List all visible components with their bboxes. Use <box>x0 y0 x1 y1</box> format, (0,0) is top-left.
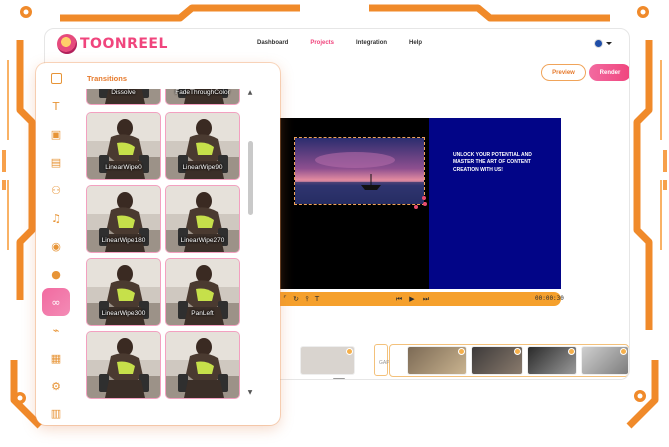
layout-icon[interactable] <box>48 70 64 86</box>
transition-thumb[interactable]: LinearWipe270 <box>165 185 240 253</box>
link-icon[interactable]: ∞ <box>42 288 70 316</box>
transition-label: FadeThroughColor <box>175 89 230 96</box>
transition-label: LinearWipe270 <box>180 237 225 244</box>
music-icon[interactable]: ♫ <box>48 210 64 226</box>
settings-icon[interactable]: ⚙ <box>48 378 64 394</box>
nav-item-dashboard[interactable]: Dashboard <box>257 40 288 46</box>
chevron-down-icon <box>606 42 612 45</box>
gap-label: GAP <box>379 360 390 366</box>
transition-thumb[interactable]: FadeThroughColor <box>165 89 240 105</box>
timeline-clip[interactable] <box>300 346 355 375</box>
transition-label: Dissolve <box>111 89 136 96</box>
transition-label: LinearWipe300 <box>101 310 146 317</box>
clip-badge-icon <box>568 348 575 355</box>
transition-thumb[interactable] <box>86 331 161 399</box>
canvas-text-panel <box>429 118 561 289</box>
rotate-icon[interactable]: ↻ <box>292 295 300 303</box>
grid-icon[interactable]: ▦ <box>48 350 64 366</box>
clip-badge-icon <box>620 348 627 355</box>
transition-label: LinearWipe90 <box>182 164 223 171</box>
transition-thumb[interactable]: LinearWipe0 <box>86 112 161 180</box>
transition-label: PanLeft <box>191 310 214 317</box>
scrollbar-thumb[interactable] <box>248 141 253 215</box>
timeline-clip[interactable] <box>471 346 523 375</box>
clip-badge-icon <box>458 348 465 355</box>
transition-grid: Dissolve FadeThroughColor LinearWipe0 Li… <box>86 89 243 425</box>
render-button[interactable]: Render <box>589 64 629 81</box>
scroll-down-icon[interactable]: ▼ <box>247 389 253 396</box>
sunset-boat-image <box>295 138 424 204</box>
preview-button[interactable]: Preview <box>541 64 586 81</box>
text-icon[interactable]: T <box>48 98 64 114</box>
split-icon[interactable]: ⫯ <box>303 295 311 303</box>
crop-icon[interactable]: ⌜ <box>281 295 289 303</box>
attachment-icon[interactable]: ⌁ <box>48 322 64 338</box>
transition-thumb[interactable]: PanLeft <box>165 258 240 326</box>
screen: { "brand": { "name": "TOONREEL" }, "nav"… <box>0 0 669 447</box>
top-nav: Dashboard Projects Integration Help <box>257 40 422 46</box>
brand-logo[interactable]: TOONREEL <box>57 34 168 54</box>
clip-badge-icon <box>514 348 521 355</box>
scroll-up-icon[interactable]: ▲ <box>247 89 253 96</box>
transition-label: LinearWipe0 <box>105 164 142 171</box>
transitions-panel: T ▣ ▤ ⚇ ♫ ◉ ● ∞ ⌁ ▦ ⚙ ▥ Transitions Diss… <box>36 63 280 425</box>
skip-back-icon[interactable]: ⏮ <box>395 295 403 303</box>
resize-handle[interactable] <box>422 196 426 200</box>
image-icon[interactable]: ▣ <box>48 126 64 142</box>
nav-item-integration[interactable]: Integration <box>356 40 387 46</box>
transition-thumb[interactable]: LinearWipe300 <box>86 258 161 326</box>
video-icon[interactable]: ▤ <box>48 154 64 170</box>
time-display: 00:00:30 <box>535 295 564 302</box>
canvas-headline[interactable]: UNLOCK YOUR POTENTIAL AND MASTER THE ART… <box>453 152 548 174</box>
transition-thumb[interactable] <box>165 331 240 399</box>
skip-forward-icon[interactable]: ⏭ <box>422 295 430 303</box>
voice-icon[interactable]: ◉ <box>48 238 64 254</box>
resize-handle[interactable] <box>414 205 418 209</box>
film-icon[interactable]: ▥ <box>48 405 64 421</box>
nav-item-help[interactable]: Help <box>409 40 422 46</box>
transition-thumb[interactable]: Dissolve <box>86 89 161 105</box>
logo-icon <box>57 34 77 54</box>
resize-handle[interactable] <box>423 202 427 206</box>
nav-item-projects[interactable]: Projects <box>310 40 334 46</box>
play-icon[interactable]: ▶ <box>408 295 416 303</box>
woman-exercising-image <box>87 332 160 398</box>
timeline-clip[interactable] <box>407 346 467 375</box>
user-icon[interactable]: ● <box>48 266 64 282</box>
timeline-clip[interactable] <box>527 346 577 375</box>
timeline-scrollbar[interactable] <box>333 378 345 379</box>
transition-thumb[interactable]: LinearWipe180 <box>86 185 161 253</box>
people-icon[interactable]: ⚇ <box>48 182 64 198</box>
avatar <box>594 39 603 48</box>
brand-name: TOONREEL <box>80 36 168 52</box>
clip-badge-icon <box>346 348 353 355</box>
timeline-clip[interactable] <box>581 346 629 375</box>
text-tool-icon[interactable]: T <box>313 295 321 303</box>
panel-scrollbar[interactable]: ▲ ▼ <box>247 89 253 397</box>
panel-title: Transitions <box>87 74 128 83</box>
woman-exercising-image <box>166 332 239 398</box>
selected-image-layer[interactable] <box>294 137 425 205</box>
tool-rail: T ▣ ▤ ⚇ ♫ ◉ ● ∞ ⌁ ▦ ⚙ ▥ <box>36 63 76 425</box>
transition-label: LinearWipe180 <box>101 237 146 244</box>
transition-thumb[interactable]: LinearWipe90 <box>165 112 240 180</box>
account-menu[interactable] <box>594 39 612 48</box>
